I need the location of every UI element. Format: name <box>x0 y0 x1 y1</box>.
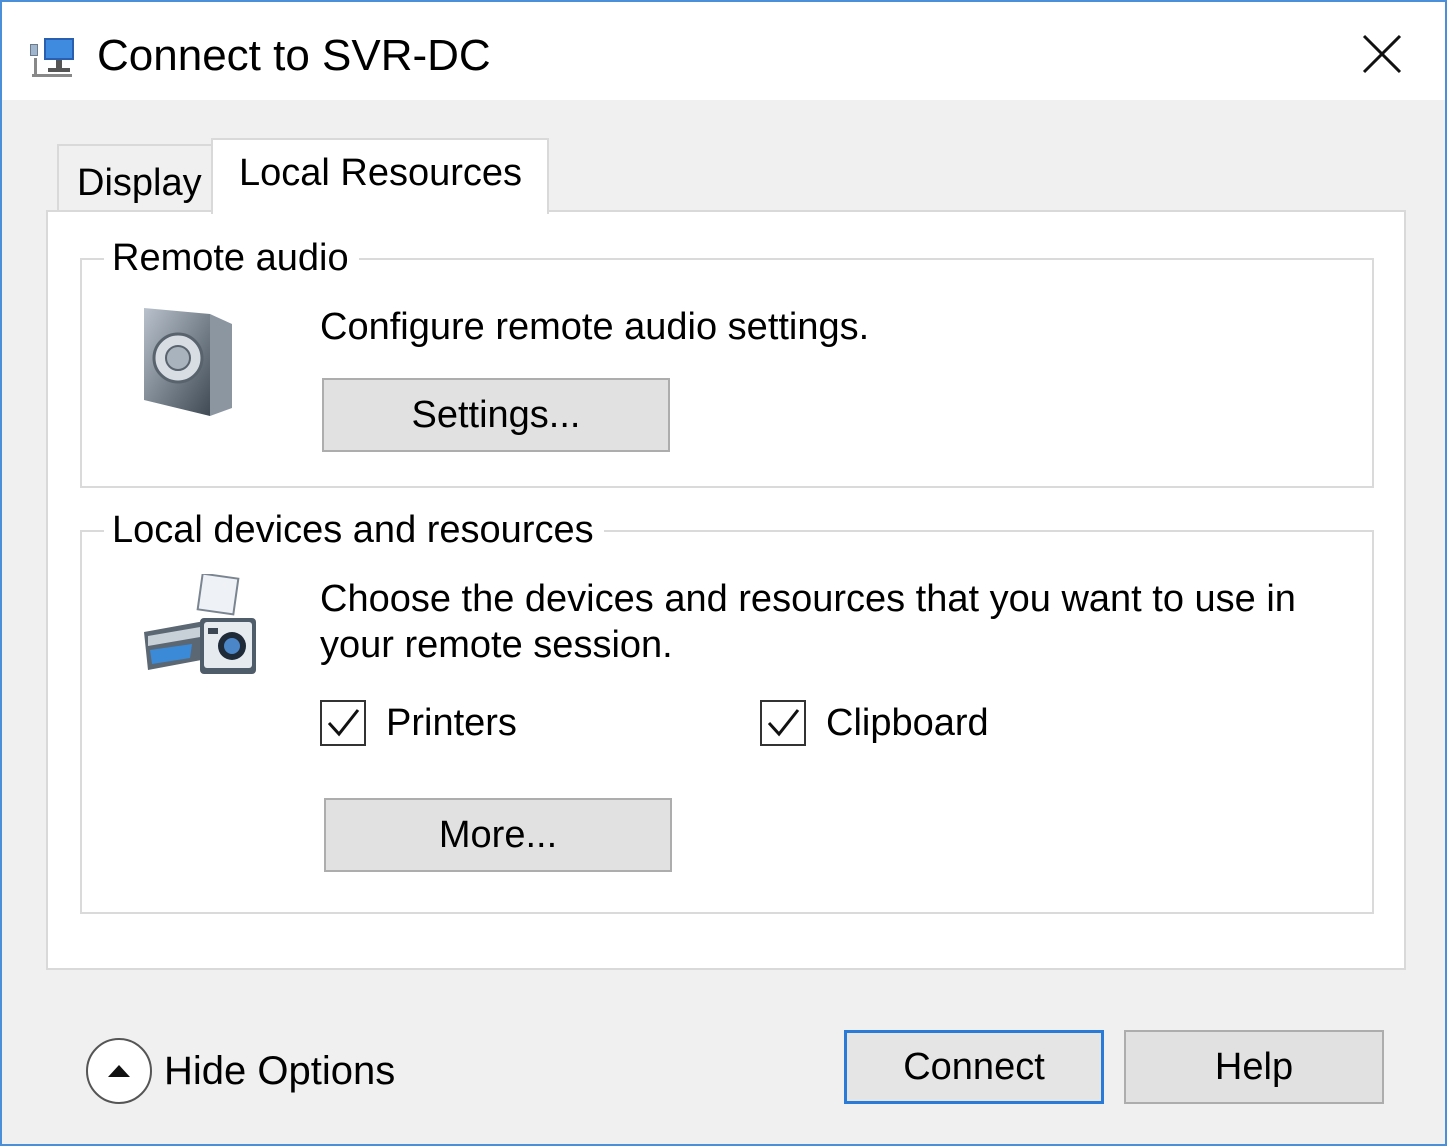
printers-label: Printers <box>386 701 517 744</box>
tab-label: Local Resources <box>239 152 523 194</box>
local-resources-panel: Remote audio Configure remote audio sett <box>46 210 1406 970</box>
remote-audio-group: Remote audio Configure remote audio sett <box>80 232 1374 488</box>
more-button[interactable]: More... <box>324 798 672 872</box>
devices-icon <box>140 572 260 684</box>
checkmark-icon <box>767 709 800 737</box>
hide-options-label: Hide Options <box>164 1048 396 1093</box>
help-button[interactable]: Help <box>1124 1030 1384 1104</box>
tab-strip: Display Local Resources <box>2 100 1445 214</box>
rdp-dialog: Connect to SVR-DC Display Local Resource… <box>0 0 1447 1146</box>
close-icon <box>1362 34 1402 74</box>
close-button[interactable] <box>1337 16 1427 92</box>
audio-settings-button[interactable]: Settings... <box>322 378 670 452</box>
title-bar: Connect to SVR-DC <box>2 2 1445 100</box>
printers-checkbox-row[interactable]: Printers <box>320 700 517 746</box>
connect-button[interactable]: Connect <box>844 1030 1104 1104</box>
devices-description-line1: Choose the devices and resources that yo… <box>320 578 1296 620</box>
tab-label: Display <box>77 162 202 204</box>
speaker-icon <box>138 304 238 420</box>
group-label: Remote audio <box>104 232 359 284</box>
tab-display[interactable]: Display <box>57 144 212 212</box>
local-devices-group: Local devices and resources Choose the d… <box>80 504 1374 914</box>
hide-options-toggle[interactable]: Hide Options <box>86 1038 395 1104</box>
clipboard-checkbox-row[interactable]: Clipboard <box>760 700 989 746</box>
checkmark-icon <box>327 709 360 737</box>
tab-local-resources[interactable]: Local Resources <box>211 138 549 214</box>
collapse-arrow-icon <box>86 1038 152 1104</box>
audio-description: Configure remote audio settings. <box>320 306 870 348</box>
group-label: Local devices and resources <box>104 504 604 556</box>
printers-checkbox[interactable] <box>320 700 366 746</box>
devices-description-line2: your remote session. <box>320 624 673 666</box>
clipboard-label: Clipboard <box>826 701 989 744</box>
remote-desktop-icon <box>28 36 76 80</box>
clipboard-checkbox[interactable] <box>760 700 806 746</box>
window-title: Connect to SVR-DC <box>97 31 491 80</box>
